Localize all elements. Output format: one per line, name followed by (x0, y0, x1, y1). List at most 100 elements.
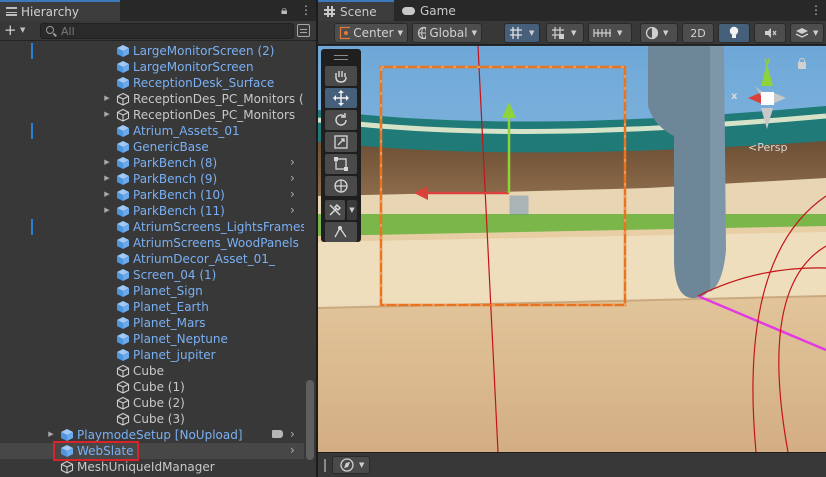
expand-arrow-icon[interactable]: ▶ (102, 158, 112, 166)
chevron-right-icon[interactable]: › (290, 443, 295, 458)
pivot-icon (339, 26, 351, 40)
expand-arrow-icon[interactable]: ▶ (102, 206, 112, 214)
space-dropdown[interactable]: Global ▼ (412, 23, 482, 43)
transform-tool-button[interactable] (325, 176, 357, 196)
hierarchy-row[interactable]: ▶ PlaymodeSetup [NoUpload] › (0, 427, 304, 443)
expand-arrow-icon[interactable]: ▶ (102, 110, 112, 118)
chevron-right-icon[interactable]: › (290, 171, 295, 186)
lock-icon[interactable]: 🔒︎ (281, 3, 287, 18)
hierarchy-row[interactable]: Screen_04 (1) (0, 267, 304, 283)
move-tool-button[interactable] (325, 88, 357, 108)
scene-viewport[interactable]: ▼ y x <Persp (318, 46, 826, 452)
shading-mode-button[interactable]: ▼ (640, 23, 678, 43)
hierarchy-row[interactable]: GenericBase (0, 139, 304, 155)
hierarchy-row[interactable]: Planet_Neptune (0, 331, 304, 347)
add-object-button[interactable]: + (4, 22, 17, 39)
hierarchy-row-label: Cube (3) (133, 412, 185, 426)
effects-dropdown[interactable]: ▼ (790, 23, 824, 43)
move-arrows-icon (333, 90, 349, 106)
ruler-icon (593, 29, 611, 37)
audio-toggle[interactable] (754, 23, 786, 43)
prefab-cube-icon (117, 45, 129, 57)
tab-scene-label: Scene (340, 4, 377, 19)
globe-icon (417, 26, 427, 40)
hierarchy-row[interactable]: ReceptionDesk_Surface (0, 75, 304, 91)
scrollbar-thumb[interactable] (306, 380, 314, 460)
hand-tool-button[interactable] (325, 66, 357, 86)
override-marker (31, 43, 33, 59)
chevron-down-icon: ▼ (529, 29, 535, 37)
hierarchy-row[interactable]: ▶ ParkBench (9) › (0, 171, 304, 187)
drag-grip-icon[interactable] (334, 55, 348, 60)
hierarchy-row[interactable]: MeshUniqueIdManager (0, 459, 304, 475)
mode-2d-button[interactable]: 2D (682, 23, 714, 43)
plane-handle[interactable] (509, 195, 529, 215)
hierarchy-row[interactable]: ▶ ParkBench (11) › (0, 203, 304, 219)
override-marker (31, 123, 33, 139)
expand-arrow-icon[interactable]: ▶ (102, 94, 112, 102)
front-bench (318, 232, 826, 308)
hierarchy-row[interactable]: Planet_Mars (0, 315, 304, 331)
hierarchy-row[interactable]: Planet_Earth (0, 299, 304, 315)
hierarchy-row[interactable]: ▶ ParkBench (8) › (0, 155, 304, 171)
custom-tools-button[interactable] (325, 200, 345, 220)
hierarchy-row[interactable]: Cube (3) (0, 411, 304, 427)
hierarchy-row[interactable]: ▶ ReceptionDes_PC_Monitors (0, 107, 304, 123)
search-input[interactable]: All (40, 23, 294, 39)
expand-arrow-icon[interactable]: ▶ (46, 430, 56, 438)
rect-tool-button[interactable] (325, 154, 357, 174)
more-options-icon[interactable]: ⋮ (300, 3, 312, 17)
hierarchy-row[interactable]: Planet_Sign (0, 283, 304, 299)
hierarchy-row[interactable]: AtriumDecor_Asset_01_ (0, 251, 304, 267)
grid-snap-icon (510, 27, 522, 39)
ruler-snap-button[interactable]: ▼ (588, 23, 632, 43)
rotate-tool-button[interactable] (325, 110, 357, 130)
hierarchy-row[interactable]: ▶ ParkBench (10) › (0, 187, 304, 203)
scene-panel: Scene Game ⋮ Center ▼ Global ▼ ▼ ▼ ▼ ▼ 2… (318, 0, 826, 477)
tab-game-label: Game (420, 3, 456, 18)
search-options-icon[interactable] (297, 24, 310, 37)
increment-snap-button[interactable]: ▼ (546, 23, 584, 43)
drag-grip-icon[interactable] (324, 459, 326, 472)
hierarchy-list: LargeMonitorScreen (2) LargeMonitorScreen… (0, 43, 304, 477)
lighting-toggle[interactable] (718, 23, 750, 43)
grid-snap-button[interactable]: ▼ (504, 23, 540, 43)
hierarchy-row[interactable]: Planet_jupiter (0, 347, 304, 363)
tools-icon (329, 203, 342, 216)
custom-tools-dropdown[interactable]: ▼ (347, 200, 357, 220)
hierarchy-row[interactable]: AtriumScreens_LightsFrames (0, 219, 304, 235)
chevron-right-icon[interactable]: › (290, 203, 295, 218)
tab-hierarchy[interactable]: Hierarchy (0, 0, 120, 21)
hierarchy-row[interactable]: Cube (2) (0, 395, 304, 411)
pillar-highlight (710, 46, 726, 292)
path-tool-button[interactable] (325, 222, 357, 242)
chevron-right-icon[interactable]: › (290, 427, 295, 442)
tag-icon (272, 430, 283, 438)
tab-scene[interactable]: Scene (318, 0, 394, 21)
hierarchy-row[interactable]: AtriumScreens_WoodPanels (0, 235, 304, 251)
hierarchy-row[interactable]: WebSlate › (0, 441, 304, 461)
overlays-dropdown[interactable]: ▼ (332, 456, 370, 474)
tab-game[interactable]: Game (396, 0, 462, 21)
expand-arrow-icon[interactable]: ▶ (102, 174, 112, 182)
light-bulb-icon (729, 26, 739, 38)
more-options-icon[interactable]: ⋮ (810, 3, 822, 17)
hierarchy-row[interactable]: ▶ ReceptionDes_PC_Monitors (1 (0, 91, 304, 107)
hierarchy-row[interactable]: Atrium_Assets_01 (0, 123, 304, 139)
chevron-right-icon[interactable]: › (290, 187, 295, 202)
hierarchy-row-label: ReceptionDesk_Surface (133, 76, 275, 90)
snap-increment-icon (552, 27, 564, 39)
chevron-right-icon[interactable]: › (290, 155, 295, 170)
hierarchy-row[interactable]: LargeMonitorScreen (0, 59, 304, 75)
scale-tool-button[interactable] (325, 132, 357, 152)
hierarchy-row[interactable]: Cube (0, 363, 304, 379)
expand-arrow-icon[interactable]: ▶ (102, 190, 112, 198)
grid-icon (324, 6, 335, 17)
prefab-cube-icon (117, 141, 129, 153)
hierarchy-row[interactable]: LargeMonitorScreen (2) (0, 43, 304, 59)
pivot-dropdown[interactable]: Center ▼ (334, 23, 408, 43)
chevron-down-icon[interactable]: ▼ (20, 26, 25, 34)
prefab-cube-icon (117, 269, 129, 281)
hierarchy-row[interactable]: Cube (1) (0, 379, 304, 395)
chevron-down-icon: ▼ (397, 29, 403, 37)
